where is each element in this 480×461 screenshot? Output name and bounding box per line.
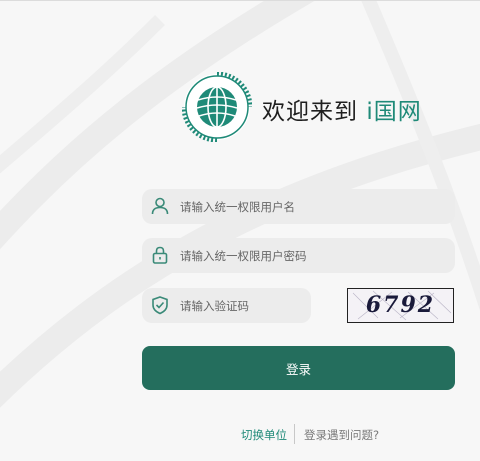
lock-icon <box>152 246 168 264</box>
captcha-input[interactable] <box>180 288 305 323</box>
state-grid-logo-icon <box>182 72 252 142</box>
background-pattern <box>0 0 480 408</box>
username-input[interactable] <box>180 189 440 224</box>
login-help-link[interactable]: 登录遇到问题? <box>304 427 379 443</box>
welcome-text: 欢迎来到 <box>262 99 358 125</box>
captcha-field[interactable] <box>142 288 311 323</box>
welcome-title: 欢迎来到 i国网 <box>262 92 422 126</box>
username-field[interactable] <box>142 189 455 224</box>
link-divider <box>294 424 295 444</box>
switch-unit-link[interactable]: 切换单位 <box>241 427 287 443</box>
captcha-code: 6792 <box>365 292 436 318</box>
login-button[interactable]: 登录 <box>142 346 455 390</box>
password-input[interactable] <box>180 238 440 273</box>
brand-name: i国网 <box>366 99 422 125</box>
top-border <box>0 0 480 1</box>
shield-check-icon <box>152 296 168 315</box>
password-field[interactable] <box>142 238 455 273</box>
captcha-image[interactable]: 6792 <box>347 288 454 323</box>
user-icon <box>151 197 169 215</box>
brand-header: 欢迎来到 i国网 <box>182 72 472 142</box>
